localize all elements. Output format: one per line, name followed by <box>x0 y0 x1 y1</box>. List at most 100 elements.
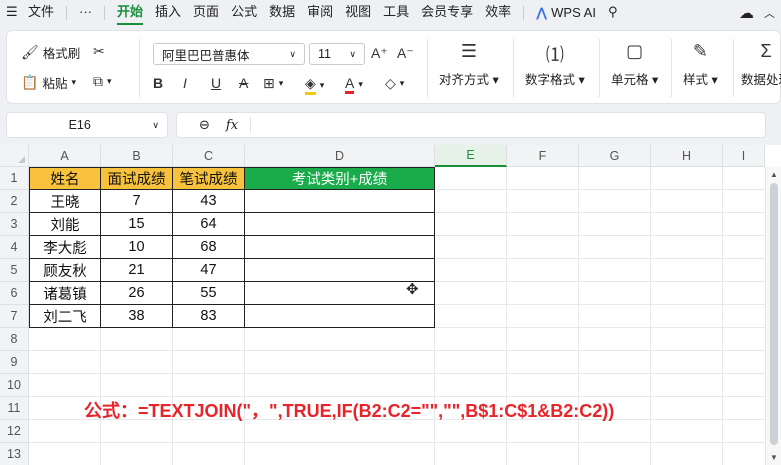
row-header[interactable]: 1 <box>0 167 29 190</box>
table-cell[interactable]: 38 <box>101 305 173 328</box>
tab-efficiency[interactable]: 效率 <box>479 0 517 26</box>
cloud-upload-icon[interactable]: ☁ <box>739 4 754 22</box>
table-cell[interactable]: 15 <box>101 213 173 236</box>
table-cell[interactable]: 10 <box>101 236 173 259</box>
italic-button[interactable]: I <box>183 75 187 91</box>
table-cell[interactable]: 王晓 <box>29 190 101 213</box>
row-header[interactable]: 10 <box>0 374 29 397</box>
table-cell[interactable]: 诸葛镇 <box>29 282 101 305</box>
wps-ai-label: WPS AI <box>551 5 596 20</box>
cut-button[interactable]: ✂ <box>93 43 105 60</box>
data-process-button[interactable]: Σ 数据处理 <box>741 41 781 88</box>
table-cell[interactable] <box>245 305 435 328</box>
collapse-icon[interactable]: ︿ <box>764 5 775 21</box>
row-header[interactable]: 13 <box>0 443 29 465</box>
format-painter-button[interactable]: 🖌 格式刷 <box>21 43 80 62</box>
cell-button[interactable]: ▢ 单元格 ▾ <box>611 41 658 88</box>
border-button[interactable]: ⊞ ▾ <box>263 75 283 92</box>
row-header[interactable]: 8 <box>0 328 29 351</box>
zoom-icon[interactable]: ⊖ <box>199 117 210 133</box>
strikethrough-button[interactable]: A <box>239 75 248 91</box>
table-cell[interactable]: 刘二飞 <box>29 305 101 328</box>
font-size-select[interactable]: 11 ∨ <box>309 43 365 65</box>
font-color-button[interactable]: A ▾ <box>345 75 363 94</box>
font-family-select[interactable]: 阿里巴巴普惠体 ∨ <box>153 43 305 65</box>
search-icon[interactable]: ⚲ <box>602 0 624 26</box>
table-cell[interactable]: 83 <box>173 305 245 328</box>
table-header-cell[interactable]: 笔试成绩 <box>173 167 245 190</box>
spreadsheet-grid[interactable]: A B C D E F G H I 1 2 3 4 5 6 7 8 9 10 1… <box>0 145 781 465</box>
scroll-up-icon[interactable]: ▲ <box>770 170 778 179</box>
col-header-b[interactable]: B <box>101 145 173 167</box>
tab-insert[interactable]: 插入 <box>149 0 187 26</box>
table-header-cell[interactable]: 姓名 <box>29 167 101 190</box>
col-header-h[interactable]: H <box>651 145 723 167</box>
table-header-cell[interactable]: 考试类别+成绩 <box>245 167 435 190</box>
formula-bar[interactable]: ⊖ fx <box>176 112 766 138</box>
table-cell[interactable] <box>245 213 435 236</box>
tab-view[interactable]: 视图 <box>339 0 377 26</box>
number-format-button[interactable]: ⑴ 数字格式 ▾ <box>525 41 585 88</box>
row-header[interactable]: 9 <box>0 351 29 374</box>
vertical-scrollbar[interactable]: ▲ ▼ <box>765 167 781 465</box>
row-header[interactable]: 6 <box>0 282 29 305</box>
col-header-c[interactable]: C <box>173 145 245 167</box>
row-header[interactable]: 3 <box>0 213 29 236</box>
col-header-f[interactable]: F <box>507 145 579 167</box>
row-header[interactable]: 11 <box>0 397 29 420</box>
table-cell[interactable]: 刘能 <box>29 213 101 236</box>
style-button[interactable]: ✎ 样式 ▾ <box>683 41 718 88</box>
menu-divider <box>66 6 68 20</box>
increase-font-button[interactable]: A⁺ <box>371 45 388 62</box>
table-cell[interactable] <box>245 236 435 259</box>
col-header-e[interactable]: E <box>435 145 507 167</box>
align-button[interactable]: ☰ 对齐方式 ▾ <box>439 41 499 88</box>
table-cell[interactable]: 47 <box>173 259 245 282</box>
menu-icon[interactable]: ☰ <box>0 0 22 26</box>
row-header[interactable]: 2 <box>0 190 29 213</box>
row-header[interactable]: 7 <box>0 305 29 328</box>
table-cell[interactable]: 43 <box>173 190 245 213</box>
table-cell[interactable]: 64 <box>173 213 245 236</box>
table-cell[interactable]: 李大彪 <box>29 236 101 259</box>
file-menu[interactable]: 文件 <box>22 0 60 26</box>
fx-icon[interactable]: fx <box>226 118 238 133</box>
row-header[interactable]: 5 <box>0 259 29 282</box>
table-cell[interactable]: 21 <box>101 259 173 282</box>
col-header-a[interactable]: A <box>29 145 101 167</box>
scroll-down-icon[interactable]: ▼ <box>770 453 778 462</box>
table-cell[interactable]: 7 <box>101 190 173 213</box>
scroll-thumb[interactable] <box>770 183 778 445</box>
table-cell[interactable] <box>245 190 435 213</box>
tab-page[interactable]: 页面 <box>187 0 225 26</box>
table-header-cell[interactable]: 面试成绩 <box>101 167 173 190</box>
bold-button[interactable]: B <box>153 75 163 91</box>
paste-button[interactable]: 📋 粘贴 ▾ <box>21 73 76 92</box>
row-header[interactable]: 4 <box>0 236 29 259</box>
tab-member[interactable]: 会员专享 <box>415 0 479 26</box>
copy-button[interactable]: ⧉ ▾ <box>93 73 112 90</box>
table-cell[interactable] <box>245 259 435 282</box>
tab-review[interactable]: 审阅 <box>301 0 339 26</box>
clear-button[interactable]: ◇ ▾ <box>385 75 404 92</box>
chevron-down-icon: ∨ <box>152 119 159 130</box>
decrease-font-button[interactable]: A⁻ <box>397 45 414 62</box>
table-cell[interactable]: 26 <box>101 282 173 305</box>
tab-formula[interactable]: 公式 <box>225 0 263 26</box>
tab-home[interactable]: 开始 <box>111 0 149 26</box>
col-header-i[interactable]: I <box>723 145 765 167</box>
col-header-d[interactable]: D <box>245 145 435 167</box>
table-cell[interactable]: 55 <box>173 282 245 305</box>
wps-ai-button[interactable]: ⋀ WPS AI <box>530 0 602 26</box>
row-header[interactable]: 12 <box>0 420 29 443</box>
tab-data[interactable]: 数据 <box>263 0 301 26</box>
underline-button[interactable]: U <box>211 75 221 91</box>
select-all-corner[interactable] <box>0 145 29 167</box>
fill-color-button[interactable]: ◈ ▾ <box>305 75 324 95</box>
tab-tools[interactable]: 工具 <box>377 0 415 26</box>
name-box[interactable]: E16 ∨ <box>6 112 168 138</box>
table-cell[interactable]: 顾友秋 <box>29 259 101 282</box>
table-cell[interactable]: 68 <box>173 236 245 259</box>
col-header-g[interactable]: G <box>579 145 651 167</box>
more-menu[interactable]: ··· <box>73 0 98 26</box>
